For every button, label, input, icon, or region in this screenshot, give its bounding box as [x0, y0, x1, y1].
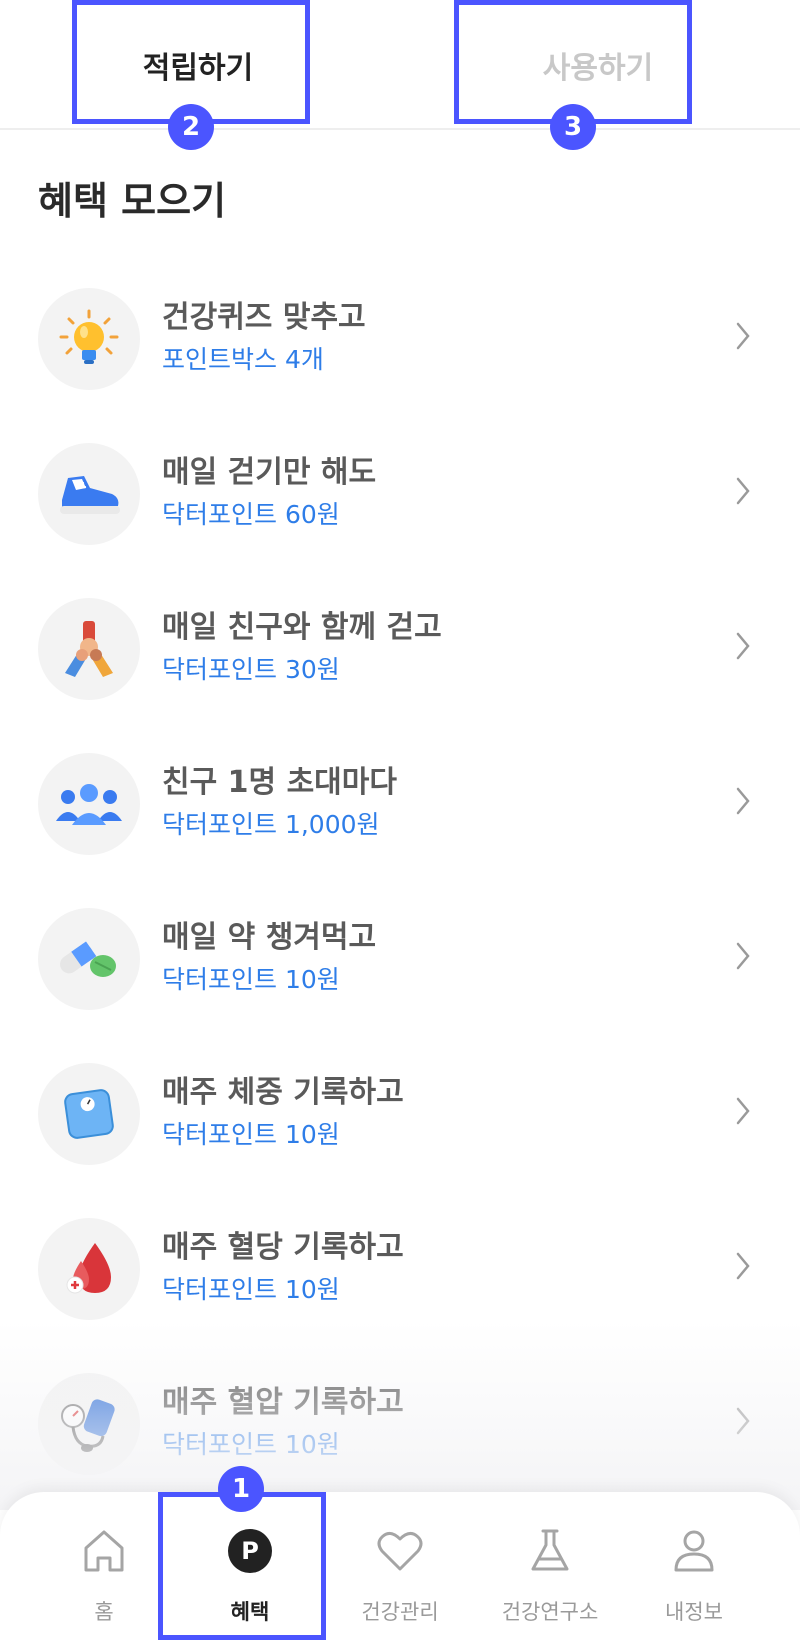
list-item[interactable]: 매일 약 챙겨먹고 닥터포인트 10원 — [0, 902, 800, 1057]
list-item[interactable]: 건강퀴즈 맞추고 포인트박스 4개 — [0, 282, 800, 437]
chevron-right-icon — [736, 632, 750, 660]
benefit-reward: 닥터포인트 10원 — [162, 1430, 340, 1459]
people-group-icon — [38, 753, 140, 855]
benefit-title: 친구 1명 초대마다 — [162, 765, 397, 800]
bottom-navigation: 홈 P 혜택 건강관리 건강연구소 내정보 — [0, 1492, 800, 1640]
annotation-badge-2: 2 — [168, 104, 214, 150]
benefit-reward: 닥터포인트 30원 — [162, 655, 340, 684]
chevron-right-icon — [736, 787, 750, 815]
annotation-badge-3: 3 — [550, 104, 596, 150]
list-item[interactable]: 매일 친구와 함께 걷고 닥터포인트 30원 — [0, 592, 800, 747]
benefit-title: 매주 혈당 기록하고 — [162, 1230, 404, 1265]
flask-icon — [528, 1526, 572, 1576]
scale-icon — [38, 1063, 140, 1165]
benefit-title: 매주 혈압 기록하고 — [162, 1385, 404, 1420]
nav-item-home[interactable]: 홈 — [44, 1492, 164, 1640]
annotation-badge-1: 1 — [218, 1466, 264, 1512]
chevron-right-icon — [736, 942, 750, 970]
nav-label-lab: 건강연구소 — [501, 1600, 599, 1624]
chevron-right-icon — [736, 477, 750, 505]
benefit-title: 매일 걷기만 해도 — [162, 455, 377, 490]
section-title: 혜택 모으기 — [38, 179, 227, 223]
chevron-right-icon — [736, 1097, 750, 1125]
lightbulb-icon — [38, 288, 140, 390]
nav-label-health: 건강관리 — [361, 1600, 439, 1624]
benefit-reward: 닥터포인트 1,000원 — [162, 810, 380, 839]
nav-label-home: 홈 — [94, 1600, 114, 1624]
nav-item-lab[interactable]: 건강연구소 — [470, 1492, 630, 1640]
chevron-right-icon — [736, 1407, 750, 1435]
sneaker-icon — [38, 443, 140, 545]
blood-drop-icon — [38, 1218, 140, 1320]
benefit-reward: 닥터포인트 10원 — [162, 965, 340, 994]
chevron-right-icon — [736, 322, 750, 350]
list-item[interactable]: 매주 혈당 기록하고 닥터포인트 10원 — [0, 1212, 800, 1367]
list-item[interactable]: 매일 걷기만 해도 닥터포인트 60원 — [0, 437, 800, 592]
benefit-reward: 포인트박스 4개 — [162, 345, 324, 374]
benefit-reward: 닥터포인트 60원 — [162, 500, 340, 529]
user-icon — [672, 1526, 716, 1576]
heart-icon — [376, 1526, 424, 1576]
benefit-title: 건강퀴즈 맞추고 — [162, 300, 366, 335]
benefit-list: 건강퀴즈 맞추고 포인트박스 4개 매일 걷기만 해도 닥터포인트 60원 매일… — [0, 282, 800, 1522]
chevron-right-icon — [736, 1252, 750, 1280]
benefit-title: 매일 약 챙겨먹고 — [162, 920, 377, 955]
pills-icon — [38, 908, 140, 1010]
highlight-box-nav-benefits — [158, 1492, 326, 1640]
nav-item-health[interactable]: 건강관리 — [340, 1492, 460, 1640]
list-item[interactable]: 매주 체중 기록하고 닥터포인트 10원 — [0, 1057, 800, 1212]
nav-label-profile: 내정보 — [665, 1600, 723, 1624]
list-item[interactable]: 친구 1명 초대마다 닥터포인트 1,000원 — [0, 747, 800, 902]
benefit-title: 매일 친구와 함께 걷고 — [162, 610, 442, 645]
benefit-reward: 닥터포인트 10원 — [162, 1120, 340, 1149]
benefit-reward: 닥터포인트 10원 — [162, 1275, 340, 1304]
benefit-title: 매주 체중 기록하고 — [162, 1075, 404, 1110]
home-icon — [82, 1526, 126, 1576]
blood-pressure-monitor-icon — [38, 1373, 140, 1475]
stacked-hands-icon — [38, 598, 140, 700]
nav-item-profile[interactable]: 내정보 — [634, 1492, 754, 1640]
